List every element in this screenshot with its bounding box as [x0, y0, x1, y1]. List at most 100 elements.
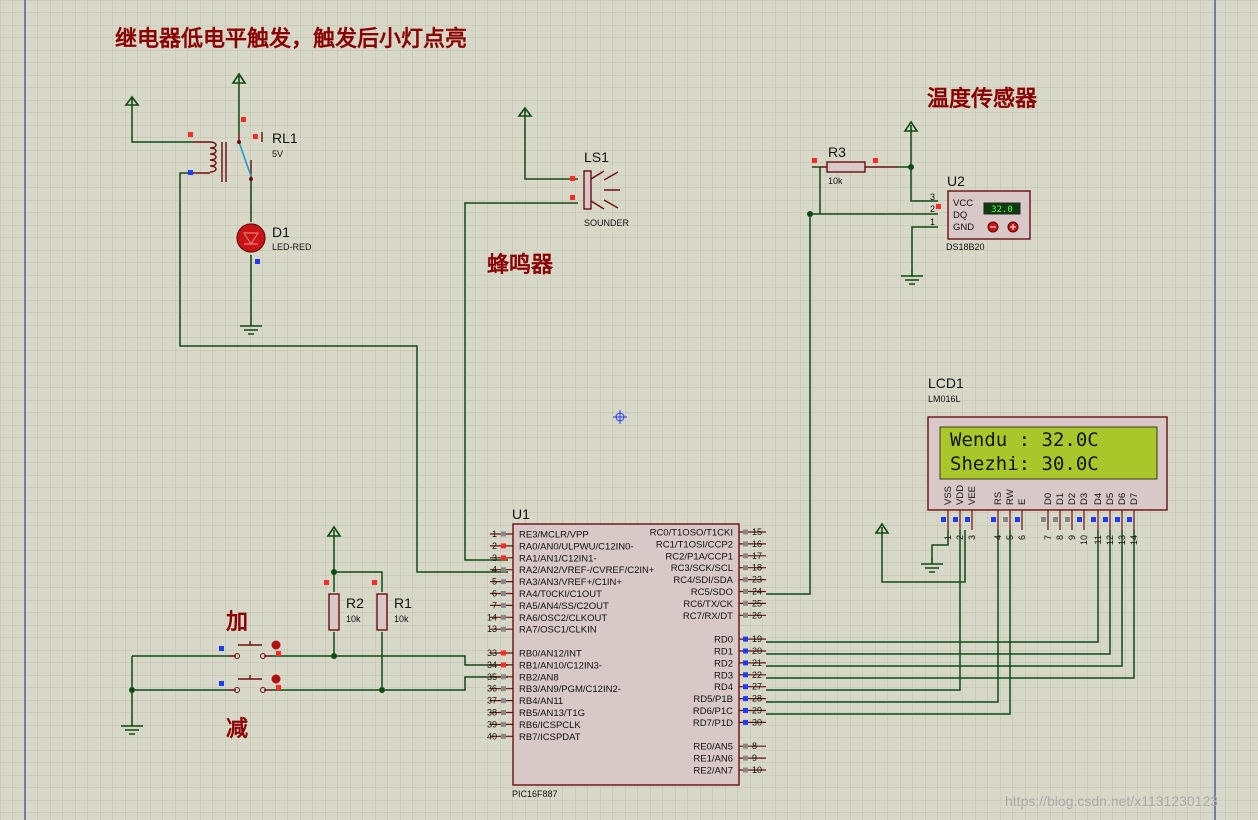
sounder-ref: LS1 [584, 149, 609, 165]
lcd-pin-name: D6 [1117, 493, 1128, 505]
mcu-pin-name: RD2 [714, 658, 733, 669]
mcu-pin-name: RB5/AN13/T1G [519, 708, 585, 719]
mcu-pin-name: RC5/SDO [691, 587, 733, 598]
lcd-pin-number: 10 [1079, 535, 1089, 545]
mcu-pin-number: 33 [487, 648, 497, 658]
mcu-pin-name: RB0/AN12/INT [519, 649, 582, 660]
mcu-pin-name: RA1/AN1/C12IN1- [519, 553, 597, 564]
sensor-pin-num: 1 [930, 217, 935, 227]
r1-value: 10k [394, 614, 409, 624]
lcd-pin-name: VEE [967, 486, 978, 505]
lcd-pin-name: RW [1005, 489, 1016, 505]
mcu-pin-number: 39 [487, 719, 497, 729]
mcu-pin-number: 24 [752, 587, 762, 597]
add-note: 加 [225, 610, 248, 635]
mcu-pin-name: RC4/SDI/SDA [673, 575, 733, 586]
mcu-pin-name: RA0/AN0/ULPWU/C12IN0- [519, 541, 634, 552]
mcu-pin-name: RB7/ICSPDAT [519, 732, 581, 743]
lcd-pin-number: 7 [1043, 535, 1053, 540]
schematic-sheet[interactable]: 继电器低电平触发，触发后小灯点亮 温度传感器 蜂鸣器 加 减 RL1 5V D1… [0, 0, 1258, 820]
mcu-pic16f887[interactable]: U1 PIC16F887 1 RE3/MCLR/VPP 2 RA0/AN0/ULPWU… [487, 506, 766, 799]
mcu-pin-number: 35 [487, 672, 497, 682]
relay-note: 继电器低电平触发，触发后小灯点亮 [115, 26, 467, 52]
decrease-temp-button[interactable] [987, 221, 999, 233]
mcu-pin-number: 7 [492, 600, 497, 610]
lcd-pin-name: RS [993, 492, 1004, 505]
mcu-pin-number: 8 [752, 741, 757, 751]
buzzer-note: 蜂鸣器 [487, 252, 554, 278]
lcd-pin-number: 5 [1005, 535, 1015, 540]
mcu-pin-name: RA7/OSC1/CLKIN [519, 625, 597, 636]
increase-temp-button[interactable] [1007, 221, 1019, 233]
mcu-pin-name: RC1/T1OSI/CCP2 [656, 539, 733, 550]
mcu-pin-number: 3 [492, 553, 497, 563]
mcu-pin-name: RD0 [714, 635, 733, 646]
mcu-pin-name: RC0/T1OSO/T1CKI [650, 528, 733, 539]
mcu-pin-number: 13 [487, 624, 497, 634]
lcd-pin-number: 1 [943, 535, 953, 540]
mcu-pin-number: 16 [752, 539, 762, 549]
lcd-pin-name: D4 [1093, 493, 1104, 505]
mcu-pin-number: 1 [492, 529, 497, 539]
mcu-pin-number: 20 [752, 646, 762, 656]
mcu-pin-name: RD6/P1C [693, 706, 733, 717]
mcu-pin-name: RB2/AN8 [519, 672, 559, 683]
mcu-pin-name: RD4 [714, 682, 733, 693]
mcu-pin-number: 9 [752, 753, 757, 763]
mcu-pin-name: RD1 [714, 647, 733, 658]
r3-ref: R3 [828, 144, 846, 160]
mcu-pin-name: RC3/SCK/SCL [671, 563, 733, 574]
lcd-pin-number: 13 [1117, 535, 1127, 545]
mcu-pin-name: RB6/ICSPCLK [519, 720, 581, 731]
relay-value: 5V [272, 149, 283, 159]
lcd-value: LM016L [928, 394, 961, 404]
lcd-pin-name: D0 [1043, 493, 1054, 505]
mcu-pin-name: RB4/AN11 [519, 696, 563, 707]
mcu-pin-name: RB1/AN10/C12IN3- [519, 660, 602, 671]
mcu-pin-number: 6 [492, 589, 497, 599]
sub-note: 减 [226, 716, 248, 742]
mcu-pin-number: 36 [487, 684, 497, 694]
mcu-value: PIC16F887 [512, 789, 558, 799]
mcu-pin-number: 10 [752, 765, 762, 775]
lcd-line-2: Shezhi: 30.0C [950, 453, 1099, 475]
mcu-pin-number: 27 [752, 682, 762, 692]
lcd-pin-number: 4 [993, 535, 1003, 540]
mcu-pin-number: 21 [752, 658, 762, 668]
lcd-pin-name: D3 [1079, 493, 1090, 505]
lcd-pin-number: 9 [1067, 535, 1077, 540]
sensor-reading: 32.0 [991, 205, 1013, 215]
lcd-pin-number: 3 [967, 535, 977, 540]
sensor-pin-name: GND [953, 222, 974, 233]
mcu-ref: U1 [512, 506, 530, 522]
mcu-pin-name: RD7/P1D [693, 718, 733, 729]
mcu-pin-number: 30 [752, 717, 762, 727]
sensor-pin-num: 3 [930, 192, 935, 202]
lcd-pin-name: E [1017, 499, 1028, 505]
lcd-line-1: Wendu : 32.0C [950, 429, 1099, 451]
sensor-value: DS18B20 [946, 242, 985, 252]
sensor-ref: U2 [947, 173, 965, 189]
mcu-pin-name: RA4/T0CKI/C1OUT [519, 589, 602, 600]
mcu-pin-name: RA2/AN2/VREF-/CVREF/C2IN+ [519, 565, 655, 576]
mcu-pin-number: 25 [752, 598, 762, 608]
mcu-pin-number: 14 [487, 612, 497, 622]
sensor-pin-num: 2 [930, 204, 935, 214]
mcu-pin-name: RE3/MCLR/VPP [519, 530, 589, 541]
mcu-pin-name: RA3/AN3/VREF+/C1IN+ [519, 577, 622, 588]
sensor-pin-name: VCC [953, 198, 973, 209]
mcu-pin-number: 28 [752, 694, 762, 704]
mcu-pin-number: 29 [752, 706, 762, 716]
mcu-pin-number: 4 [492, 565, 497, 575]
mcu-pin-number: 40 [487, 731, 497, 741]
lcd-ref: LCD1 [928, 375, 964, 391]
mcu-pin-name: RA6/OSC2/CLKOUT [519, 613, 607, 624]
watermark: https://blog.csdn.net/x1131230123 [1005, 793, 1218, 809]
mcu-pin-number: 34 [487, 660, 497, 670]
mcu-pin-number: 2 [492, 541, 497, 551]
lcd-pin-name: D5 [1105, 493, 1116, 505]
lcd-pin-number: 6 [1017, 535, 1027, 540]
mcu-pin-name: RD5/P1B [693, 694, 733, 705]
lcd-pin-name: VSS [943, 486, 954, 505]
lcd-pin-name: D2 [1067, 493, 1078, 505]
